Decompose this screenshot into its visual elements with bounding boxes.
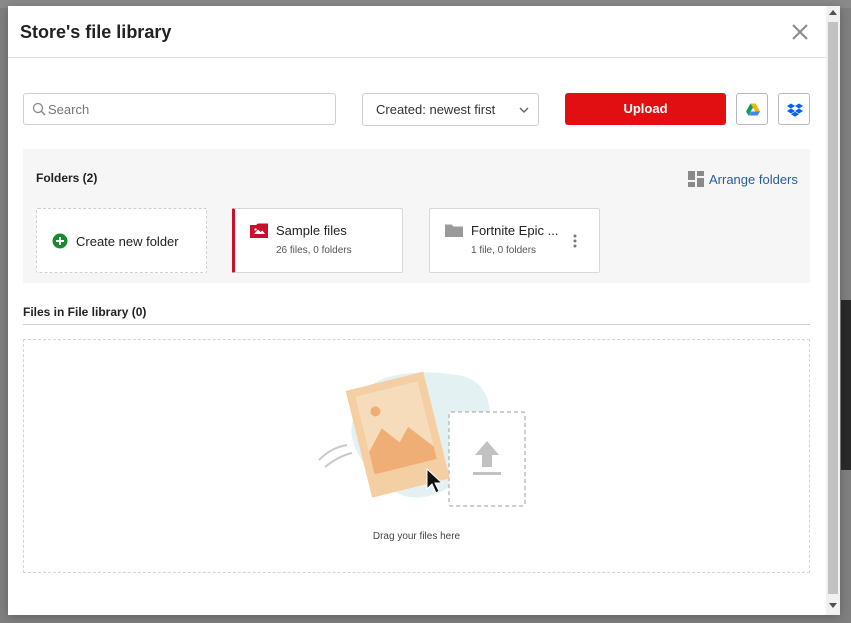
google-drive-icon	[746, 103, 760, 116]
modal-scrollbar[interactable]	[826, 6, 840, 615]
files-divider	[23, 324, 810, 325]
upload-button[interactable]: Upload	[565, 93, 726, 125]
arrange-folders-label: Arrange folders	[709, 171, 798, 187]
arrange-folders-link[interactable]: Arrange folders	[688, 171, 798, 187]
search-input[interactable]	[48, 95, 328, 123]
files-heading: Files in File library (0)	[23, 305, 147, 319]
more-options-icon[interactable]	[570, 233, 580, 249]
file-library-modal: Store's file library Created: newest fir…	[8, 6, 840, 615]
scroll-up-icon[interactable]	[829, 10, 837, 15]
search-icon	[32, 102, 46, 116]
drop-hint-text: Drag your files here	[372, 531, 461, 542]
close-button[interactable]	[790, 22, 810, 42]
folders-panel: Folders (2) Arrange folders Create new f…	[23, 149, 810, 283]
dropbox-button[interactable]	[778, 93, 810, 125]
file-drop-zone[interactable]: Drag your files here	[23, 339, 810, 573]
scroll-down-icon[interactable]	[829, 603, 837, 608]
folder-card-fortnite[interactable]: Fortnite Epic ... 1 file, 0 folders	[429, 208, 600, 273]
create-folder-card[interactable]: Create new folder	[36, 208, 207, 273]
background-edge	[841, 300, 851, 470]
close-icon	[792, 24, 808, 40]
search-box	[23, 93, 336, 125]
folder-icon	[445, 224, 463, 237]
sort-select[interactable]: Created: newest first	[362, 93, 539, 126]
google-drive-button[interactable]	[736, 93, 768, 125]
folder-name: Sample files	[276, 223, 347, 238]
plus-circle-icon	[52, 233, 68, 249]
image-folder-icon	[250, 223, 268, 238]
folder-name: Fortnite Epic ...	[471, 223, 559, 238]
create-folder-label: Create new folder	[76, 234, 179, 249]
dropbox-icon	[787, 103, 803, 117]
upload-illustration-icon	[318, 371, 526, 507]
chevron-down-icon	[519, 107, 529, 113]
folders-heading: Folders (2)	[36, 171, 98, 185]
folder-meta: 1 file, 0 folders	[471, 245, 537, 256]
modal-title: Store's file library	[20, 22, 172, 42]
scroll-thumb[interactable]	[828, 22, 838, 594]
sort-label: Created: newest first	[376, 102, 496, 117]
modal-header: Store's file library	[8, 6, 826, 58]
folder-card-sample-files[interactable]: Sample files 26 files, 0 folders	[232, 208, 403, 273]
folder-meta: 26 files, 0 folders	[276, 245, 352, 256]
grid-layout-icon	[688, 171, 704, 187]
